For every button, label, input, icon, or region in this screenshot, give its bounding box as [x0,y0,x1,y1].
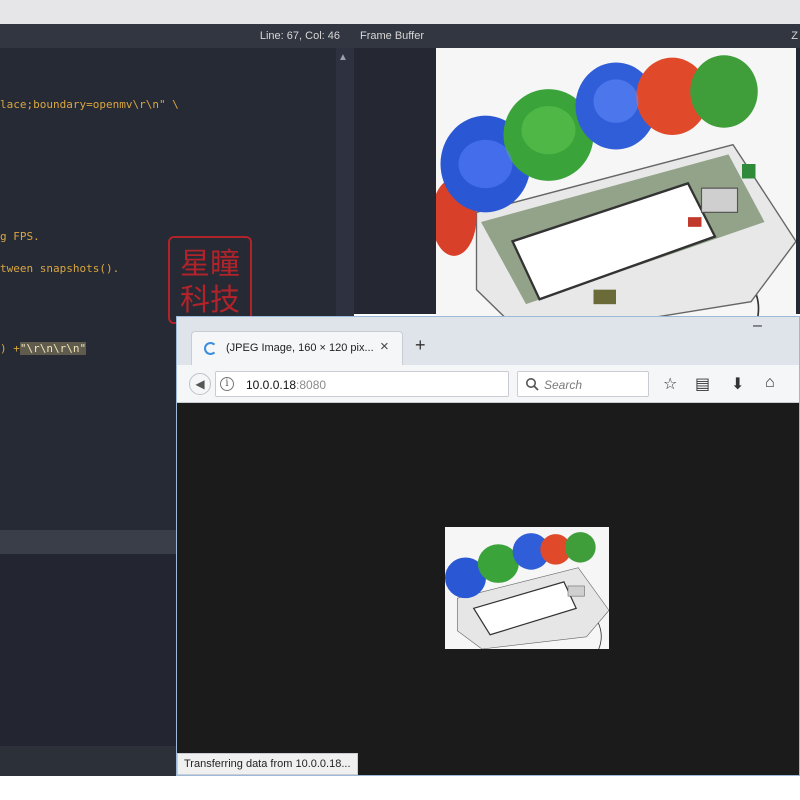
navigation-bar: ◀ i 10.0.0.18:8080 ✕ Search ☆ ▤ ⬇ ⌂ [177,365,799,403]
frame-buffer-panel: Frame Buffer Z [354,24,800,338]
new-tab-icon[interactable]: + [415,335,426,356]
jpeg-image-svg [445,527,609,649]
page-bottom [0,776,800,800]
url-port: :8080 [296,378,327,392]
tab-strip: (JPEG Image, 160 × 120 pix... × + – [177,317,799,365]
url-host: 10.0.0.18 [246,378,297,392]
browser-status-bar: Transferring data from 10.0.0.18... [177,753,358,775]
code-line[interactable]: g FPS. [0,230,40,243]
search-icon [526,378,539,391]
jpeg-image[interactable] [445,527,609,649]
search-placeholder: Search [544,378,583,392]
image-viewer [177,403,799,775]
scroll-up-icon[interactable]: ▲ [338,52,348,63]
serial-terminal[interactable] [0,554,176,746]
search-input[interactable]: Search [517,371,649,397]
close-tab-icon[interactable]: × [380,338,389,355]
address-bar[interactable]: i 10.0.0.18:8080 ✕ [215,371,536,397]
svg-text:星瞳: 星瞳 [180,247,240,282]
frame-buffer-image [436,48,796,338]
camera-frame-svg [436,48,796,338]
star-icon[interactable]: ☆ [663,374,677,394]
cursor-position: Line: 67, Col: 46 [259,30,340,42]
code-line[interactable]: tween snapshots(). [0,262,119,275]
editor-header: Line: 67, Col: 46 [0,24,354,48]
ide-footer [0,746,176,776]
info-icon[interactable]: i [220,377,234,391]
watermark-stamp: 星瞳 科技 [168,236,252,324]
terminal-tab-bar[interactable] [0,530,176,554]
tab-title: (JPEG Image, 160 × 120 pix... [226,342,374,354]
os-top-strip [0,0,800,24]
minimize-icon[interactable]: – [753,317,762,335]
browser-window[interactable]: (JPEG Image, 160 × 120 pix... × + – ◀ i … [176,316,800,776]
svg-text:科技: 科技 [180,283,240,318]
browser-tab[interactable]: (JPEG Image, 160 × 120 pix... × [191,331,403,365]
watermark-lettering: 星瞳 科技 [180,247,240,318]
reader-view-icon[interactable]: ▤ [695,374,710,394]
download-icon[interactable]: ⬇ [731,374,744,394]
frame-buffer-header: Frame Buffer Z [354,24,800,48]
back-arrow-icon[interactable]: ◀ [189,373,211,395]
code-line[interactable]: lace;boundary=openmv\r\n" \ [0,98,179,111]
loading-spinner-icon [204,342,217,355]
frame-buffer-title: Frame Buffer [360,30,424,42]
code-fragment: ) + [0,342,20,355]
code-line[interactable]: ) +"\r\n\r\n" [0,342,87,355]
selected-string: "\r\n\r\n" [19,342,87,355]
home-icon[interactable]: ⌂ [765,374,775,392]
url-text: 10.0.0.18:8080 [246,378,326,392]
zoom-label[interactable]: Z [791,30,798,42]
